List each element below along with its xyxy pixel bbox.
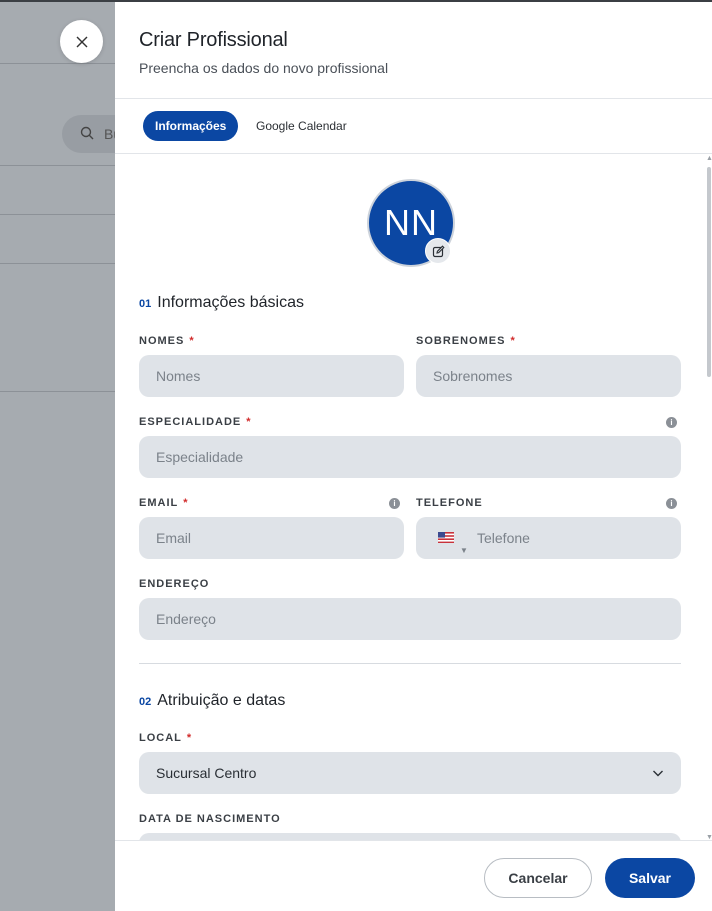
scrollbar[interactable]: ▲ ▼ <box>705 155 712 841</box>
section-number: 01 <box>139 298 152 310</box>
form-scroll-area[interactable]: NN 01 Informações básicas NOMES * SOBRENOM… <box>115 155 712 841</box>
save-button[interactable]: Salvar <box>605 858 695 898</box>
section-title-text: Informações básicas <box>157 294 304 311</box>
label-text: EMAIL <box>139 497 179 509</box>
cancel-button[interactable]: Cancelar <box>484 858 592 898</box>
info-icon[interactable]: i <box>389 498 400 509</box>
endereco-input[interactable] <box>139 598 681 640</box>
section-title-basic-info: 01 Informações básicas <box>139 294 304 312</box>
section-title-text: Atribuição e datas <box>157 692 286 709</box>
endereco-label: ENDEREÇO <box>139 578 210 590</box>
drawer-title: Criar Profissional <box>139 29 288 51</box>
section-title-assignment: 02 Atribuição e datas <box>139 692 285 710</box>
required-marker: * <box>189 335 195 347</box>
divider <box>0 263 115 264</box>
us-flag-icon[interactable] <box>438 532 454 543</box>
divider <box>0 391 115 392</box>
required-marker: * <box>183 497 189 509</box>
chevron-down-icon <box>653 770 663 777</box>
tab-bar: Informações Google Calendar <box>115 99 712 154</box>
telefone-label: TELEFONE <box>416 497 483 509</box>
drawer-header: Criar Profissional Preencha os dados do … <box>115 2 712 99</box>
local-label: LOCAL * <box>139 732 192 744</box>
nomes-label: NOMES * <box>139 335 195 347</box>
sobrenomes-input[interactable] <box>416 355 681 397</box>
avatar-initials: NN <box>384 202 438 243</box>
drawer-subtitle: Preencha os dados do novo profissional <box>139 60 389 76</box>
especialidade-label: ESPECIALIDADE * <box>139 416 252 428</box>
country-dropdown-icon[interactable]: ▼ <box>460 530 468 572</box>
local-selected-value: Sucursal Centro <box>156 765 257 781</box>
close-icon <box>76 36 87 47</box>
tab-informacoes[interactable]: Informações <box>143 111 239 141</box>
email-input[interactable] <box>139 517 404 559</box>
scroll-up-arrow[interactable]: ▲ <box>706 155 712 162</box>
telefone-input[interactable]: ▼ Telefone <box>416 517 681 559</box>
required-marker: * <box>510 335 516 347</box>
edit-icon <box>432 244 445 257</box>
telefone-placeholder: Telefone <box>477 530 530 546</box>
label-text: SOBRENOMES <box>416 335 506 347</box>
divider <box>0 63 115 64</box>
avatar-edit-button[interactable] <box>425 238 451 264</box>
label-text: LOCAL <box>139 732 182 744</box>
label-text: NOMES <box>139 335 185 347</box>
label-text: ESPECIALIDADE <box>139 416 242 428</box>
info-icon[interactable]: i <box>666 498 677 509</box>
divider <box>0 165 115 166</box>
create-professional-drawer: Criar Profissional Preencha os dados do … <box>115 2 712 911</box>
especialidade-input[interactable] <box>139 436 681 478</box>
search-icon <box>80 126 94 140</box>
required-marker: * <box>246 416 252 428</box>
info-icon[interactable]: i <box>666 417 677 428</box>
nomes-input[interactable] <box>139 355 404 397</box>
required-marker: * <box>186 732 193 744</box>
local-select[interactable]: Sucursal Centro <box>139 752 681 794</box>
divider <box>0 214 115 215</box>
section-divider <box>139 663 681 664</box>
email-label: EMAIL * <box>139 497 189 509</box>
tab-google-calendar[interactable]: Google Calendar <box>256 111 347 141</box>
drawer-footer: Cancelar Salvar <box>115 840 712 911</box>
data-nascimento-label: DATA DE NASCIMENTO <box>139 813 281 825</box>
close-button[interactable] <box>60 20 103 63</box>
scroll-thumb[interactable] <box>707 167 711 377</box>
section-number: 02 <box>139 696 152 708</box>
sobrenomes-label: SOBRENOMES * <box>416 335 516 347</box>
